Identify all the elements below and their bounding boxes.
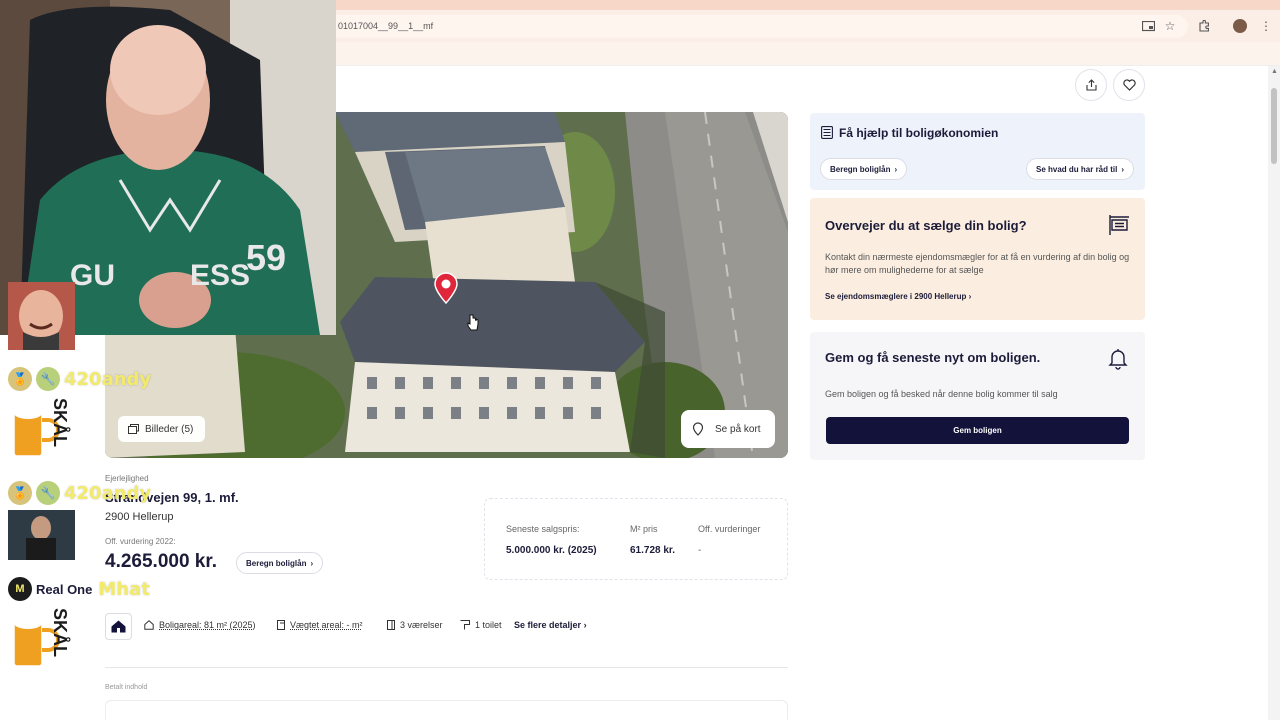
moderator-badge-icon: M	[8, 577, 32, 601]
location-icon	[692, 422, 704, 436]
afford-label: Se hvad du har råd til	[1036, 164, 1118, 174]
scroll-up-icon[interactable]: ▲	[1271, 68, 1278, 75]
chat-username: 420andy	[64, 368, 152, 390]
rooms: 3 værelser	[387, 620, 443, 630]
share-button[interactable]	[1075, 69, 1107, 101]
skal-beer-emote: SKÅL	[10, 398, 74, 462]
heart-icon	[1122, 79, 1136, 91]
svg-text:ESS: ESS	[190, 259, 250, 292]
chat-message: 🏅 🔧 420andy	[8, 367, 151, 391]
living-area-text: Boligareal: 81 m² (2025)	[159, 620, 256, 630]
room-icon	[387, 620, 395, 630]
favorite-button[interactable]	[1113, 69, 1145, 101]
home-badge	[105, 613, 132, 640]
find-agents-link[interactable]: Se ejendomsmæglere i 2900 Hellerup ›	[825, 292, 971, 301]
calculator-icon	[821, 126, 833, 139]
home-icon	[111, 620, 126, 633]
see-more-details-label: Se flere detaljer	[514, 620, 582, 630]
save-home-button[interactable]: Gem boligen	[826, 417, 1129, 444]
calculate-loan-button[interactable]: Beregn boliglån ›	[236, 552, 324, 574]
chevron-right-icon: ›	[310, 558, 314, 568]
sqm-price-label: M² pris	[630, 524, 658, 534]
url-text: 01017004__99__1__mf	[338, 21, 434, 31]
page-scrollbar[interactable]: ▲	[1268, 66, 1280, 720]
cast-icon[interactable]	[1138, 16, 1158, 36]
paid-content-box	[105, 700, 788, 720]
mouse-cursor-icon	[467, 314, 479, 331]
chevron-right-icon: ›	[1121, 164, 1125, 174]
chat-username: Real One	[36, 581, 93, 597]
svg-text:GU: GU	[70, 259, 115, 292]
images-button[interactable]: Billeder (5)	[118, 416, 206, 442]
chat-message: 🏅 🔧 420andy	[8, 481, 151, 505]
save-card-title: Gem og få seneste nyt om boligen.	[825, 350, 1041, 365]
chevron-right-icon: ›	[968, 292, 972, 301]
menu-kebab-icon[interactable]: ⋮	[1256, 16, 1276, 36]
last-sale-value: 5.000.000 kr. (2025)	[506, 545, 597, 556]
chat-username: 420andy	[64, 482, 152, 504]
finance-loan-label: Beregn boliglån	[830, 164, 891, 174]
map-pin-icon	[434, 272, 458, 304]
weighted-area[interactable]: Vægtet areal: - m²	[277, 620, 363, 630]
svg-text:59: 59	[246, 237, 286, 278]
chevron-right-icon: ›	[894, 164, 898, 174]
see-on-map-label: Se på kort	[715, 423, 761, 435]
skal-text: SKÅL	[50, 608, 70, 657]
finance-help-card: Få hjælp til boligøkonomien Beregn bolig…	[810, 113, 1145, 190]
last-sale-label: Seneste salgspris:	[506, 524, 580, 534]
find-agents-label: Se ejendomsmæglere i 2900 Hellerup	[825, 292, 967, 301]
toilet-icon	[460, 620, 470, 630]
chat-message: M Real One Mhat	[8, 577, 150, 601]
scroll-thumb[interactable]	[1271, 88, 1277, 164]
living-area[interactable]: Boligareal: 81 m² (2025)	[144, 620, 256, 630]
paid-content-label: Betalt indhold	[105, 684, 148, 691]
laughing-emote-image	[8, 282, 75, 350]
chat-message-text: Mhat	[98, 578, 150, 600]
see-on-map-button[interactable]: Se på kort	[681, 410, 775, 448]
profile-avatar-icon[interactable]	[1230, 16, 1250, 36]
weighted-area-text: Vægtet areal: - m²	[290, 620, 363, 630]
rooms-text: 3 værelser	[400, 620, 443, 630]
finance-card-title: Få hjælp til boligøkonomien	[839, 126, 999, 140]
valuation-price: 4.265.000 kr.	[105, 551, 217, 572]
skal-beer-emote: SKÅL	[10, 608, 74, 672]
chevron-right-icon: ›	[583, 620, 587, 630]
section-divider	[105, 667, 788, 668]
valuation-label: Off. vurdering 2022:	[105, 537, 176, 546]
wrench-badge-icon: 🔧	[36, 481, 60, 505]
extensions-icon[interactable]	[1194, 16, 1214, 36]
valuations-value: -	[698, 545, 702, 556]
sell-card-title: Overvejer du at sælge din bolig?	[825, 218, 1027, 233]
sign-icon	[1109, 215, 1129, 235]
sell-home-card: Overvejer du at sælge din bolig? Kontakt…	[810, 198, 1145, 320]
ruler-icon	[277, 620, 285, 630]
save-home-card: Gem og få seneste nyt om boligen. Gem bo…	[810, 332, 1145, 460]
valuations-label: Off. vurderinger	[698, 524, 761, 534]
badge-icon: 🏅	[8, 481, 32, 505]
area-icon	[144, 620, 154, 630]
save-card-text: Gem boligen og få besked når denne bolig…	[825, 389, 1058, 399]
skal-text: SKÅL	[50, 398, 70, 447]
property-city: 2900 Hellerup	[105, 511, 174, 523]
sale-stats-box: Seneste salgspris: 5.000.000 kr. (2025) …	[484, 498, 788, 580]
badge-icon: 🏅	[8, 367, 32, 391]
toilets: 1 toilet	[460, 620, 502, 630]
bell-icon	[1108, 349, 1128, 370]
gallery-icon	[128, 424, 139, 434]
see-more-details-link[interactable]: Se flere detaljer ›	[514, 620, 587, 630]
property-features-row: Boligareal: 81 m² (2025) Vægtet areal: -…	[105, 613, 788, 640]
afford-button[interactable]: Se hvad du har råd til ›	[1026, 158, 1135, 180]
finance-loan-button[interactable]: Beregn boliglån ›	[820, 158, 908, 180]
address-bar[interactable]: 01017004__99__1__mf	[300, 15, 1188, 38]
toilets-text: 1 toilet	[475, 620, 502, 630]
sell-card-text: Kontakt din nærmeste ejendomsmægler for …	[825, 252, 1130, 275]
wrench-badge-icon: 🔧	[36, 367, 60, 391]
calculate-loan-label: Beregn boliglån	[246, 558, 307, 568]
share-icon	[1085, 79, 1097, 91]
sqm-price-value: 61.728 kr.	[630, 545, 676, 556]
images-button-label: Billeder (5)	[145, 423, 194, 435]
bookmark-star-icon[interactable]: ☆	[1160, 16, 1180, 36]
wrestler-emote-image	[8, 510, 75, 560]
